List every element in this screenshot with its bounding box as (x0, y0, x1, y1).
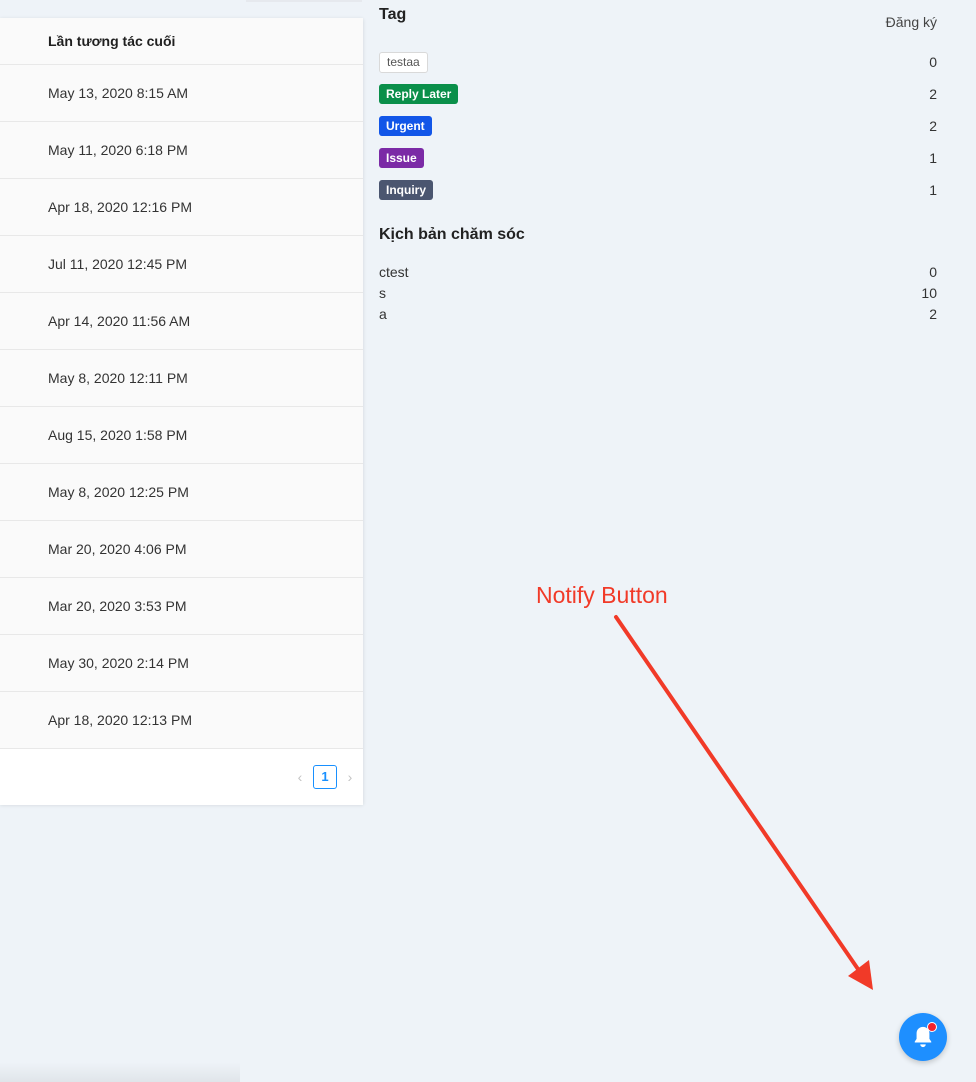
notify-button[interactable] (899, 1013, 947, 1061)
bottom-shadow (0, 1062, 240, 1082)
notification-badge (927, 1022, 937, 1032)
annotation-arrow (614, 615, 873, 990)
